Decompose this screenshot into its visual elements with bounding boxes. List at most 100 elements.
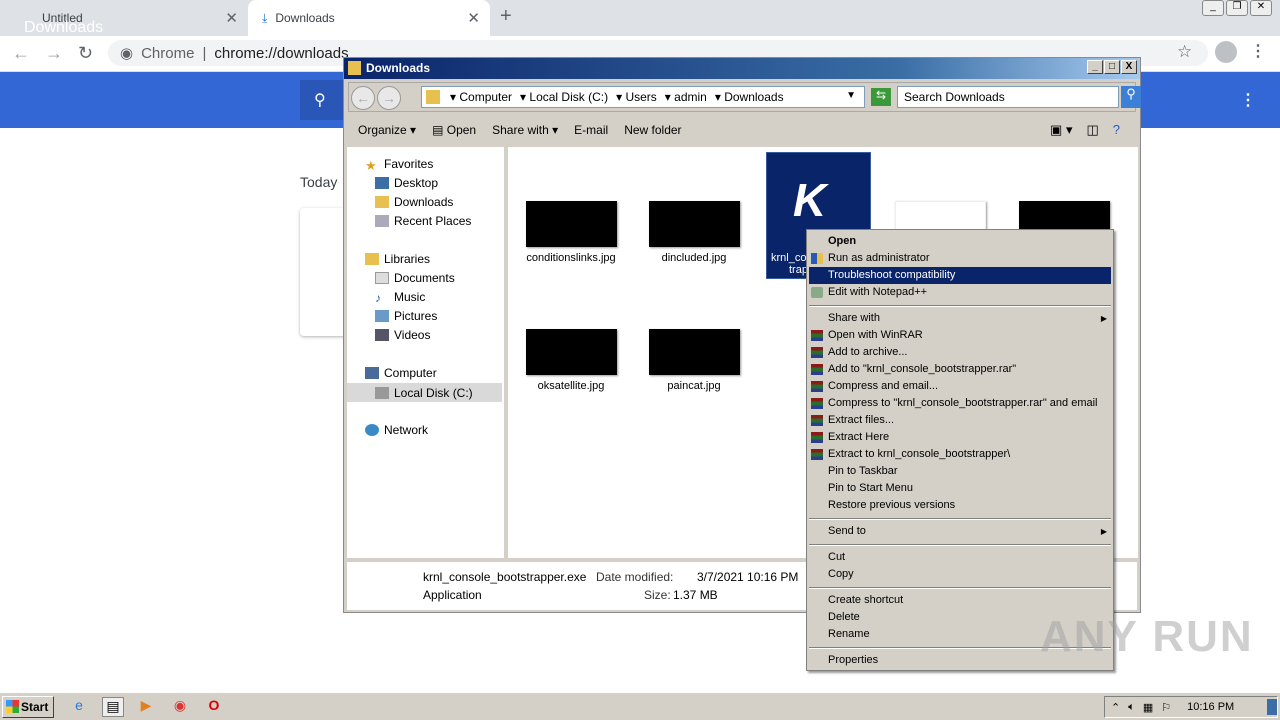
nav-recent-places[interactable]: Recent Places: [375, 214, 471, 228]
crumb-downloads[interactable]: ▾ Downloads: [715, 90, 784, 104]
menu-pin-taskbar[interactable]: Pin to Taskbar: [807, 463, 1113, 480]
shield-icon: [811, 253, 823, 264]
nav-local-disk[interactable]: Local Disk (C:): [347, 383, 502, 402]
reload-button[interactable]: ↻: [78, 43, 93, 64]
restore-button[interactable]: ❐: [1226, 0, 1248, 16]
search-icon[interactable]: ⚲: [1121, 86, 1141, 108]
explorer-taskbar-icon[interactable]: ▤: [102, 697, 124, 717]
volume-icon[interactable]: 🔈︎: [1128, 701, 1135, 714]
documents-icon: [375, 272, 389, 284]
music-icon: ♪: [375, 291, 381, 305]
winrar-icon: [811, 415, 823, 426]
nav-pictures[interactable]: Pictures: [375, 309, 437, 323]
back-button[interactable]: ←: [12, 43, 30, 64]
submenu-arrow-icon: ▶: [1100, 314, 1107, 323]
search-input[interactable]: Search Downloads: [897, 86, 1119, 108]
crumb-admin[interactable]: ▾ admin: [665, 90, 707, 104]
crumb-local-disk[interactable]: ▾ Local Disk (C:): [520, 90, 608, 104]
menu-edit-notepadpp[interactable]: Edit with Notepad++: [807, 284, 1113, 301]
breadcrumb[interactable]: ▾ Computer ▾ Local Disk (C:) ▾ Users ▾ a…: [421, 86, 865, 108]
context-menu: Open Run as administrator Troubleshoot c…: [806, 229, 1114, 671]
menu-compress-to-rar-email[interactable]: Compress to "krnl_console_bootstrapper.r…: [807, 395, 1113, 412]
email-button[interactable]: E-mail: [574, 123, 608, 137]
minimize-button[interactable]: _: [1087, 60, 1103, 74]
system-tray: ⌃ 🔈︎ ▦ ⚐ 10:16 PM: [1104, 696, 1278, 718]
menu-create-shortcut[interactable]: Create shortcut: [807, 592, 1113, 609]
bookmark-star-icon[interactable]: ☆: [1177, 42, 1192, 62]
nav-libraries[interactable]: Libraries: [365, 252, 430, 266]
chrome-taskbar-icon[interactable]: ◉: [169, 697, 191, 717]
details-modified-label: Date modified:: [596, 570, 674, 584]
show-desktop-button[interactable]: [1267, 699, 1277, 715]
share-with-button[interactable]: Share with ▾: [492, 123, 558, 137]
opera-icon[interactable]: O: [203, 697, 225, 717]
krnl-logo-icon: K: [793, 174, 827, 226]
menu-icon[interactable]: ⋮: [1250, 41, 1266, 61]
new-folder-button[interactable]: New folder: [624, 123, 681, 137]
menu-add-to-rar[interactable]: Add to "krnl_console_bootstrapper.rar": [807, 361, 1113, 378]
menu-open[interactable]: Open: [807, 233, 1113, 250]
open-button[interactable]: ▤ Open: [432, 123, 476, 137]
organize-button[interactable]: Organize ▾: [358, 123, 416, 137]
nav-music[interactable]: ♪ Music: [375, 290, 425, 305]
menu-copy[interactable]: Copy: [807, 566, 1113, 583]
menu-share-with[interactable]: Share with ▶: [807, 310, 1113, 327]
title-bar[interactable]: Downloads _ □ X: [344, 58, 1140, 79]
menu-run-as-admin[interactable]: Run as administrator: [807, 250, 1113, 267]
tab-downloads[interactable]: ⤓ Downloads ✕: [248, 0, 490, 36]
network-tray-icon[interactable]: ▦: [1143, 701, 1153, 714]
close-button[interactable]: ✕: [1250, 0, 1272, 16]
menu-extract-to-folder[interactable]: Extract to krnl_console_bootstrapper\: [807, 446, 1113, 463]
preview-pane-icon[interactable]: ◫: [1086, 122, 1098, 138]
forward-button[interactable]: →: [45, 43, 63, 64]
minimize-button[interactable]: _: [1202, 0, 1224, 16]
file-thumbnail: [526, 329, 617, 375]
close-button[interactable]: X: [1121, 60, 1137, 74]
nav-documents[interactable]: Documents: [375, 271, 455, 285]
menu-cut[interactable]: Cut: [807, 549, 1113, 566]
close-tab-icon[interactable]: ✕: [225, 9, 238, 27]
disk-icon: [375, 386, 389, 399]
change-view-icon[interactable]: ▣ ▾: [1050, 122, 1072, 138]
menu-send-to[interactable]: Send to ▶: [807, 523, 1113, 540]
clock[interactable]: 10:16 PM: [1187, 701, 1234, 713]
nav-favorites[interactable]: ★ Favorites: [365, 157, 433, 173]
nav-desktop[interactable]: Desktop: [375, 176, 438, 190]
new-tab-button[interactable]: +: [500, 5, 512, 28]
crumb-computer[interactable]: ▾ Computer: [450, 90, 512, 104]
refresh-icon[interactable]: ⇆: [871, 88, 891, 106]
tray-expand-icon[interactable]: ⌃: [1111, 701, 1120, 714]
close-tab-icon[interactable]: ✕: [467, 9, 480, 27]
menu-compress-email[interactable]: Compress and email...: [807, 378, 1113, 395]
menu-separator: [807, 514, 1113, 523]
details-size: 1.37 MB: [673, 588, 718, 602]
file-name: krnl_co: [771, 252, 807, 264]
search-icon[interactable]: ⚲: [300, 80, 344, 120]
details-file-name: krnl_console_bootstrapper.exe: [423, 570, 587, 584]
nav-computer[interactable]: Computer: [365, 366, 437, 380]
menu-extract-files[interactable]: Extract files...: [807, 412, 1113, 429]
page-title: Downloads: [24, 19, 104, 36]
nav-videos[interactable]: Videos: [375, 328, 430, 342]
menu-restore-previous[interactable]: Restore previous versions: [807, 497, 1113, 514]
profile-avatar[interactable]: [1215, 41, 1237, 63]
help-icon[interactable]: ?: [1113, 122, 1120, 138]
forward-button[interactable]: →: [377, 86, 401, 110]
back-button[interactable]: ←: [351, 86, 375, 110]
menu-extract-here[interactable]: Extract Here: [807, 429, 1113, 446]
menu-troubleshoot-compatibility[interactable]: Troubleshoot compatibility: [809, 267, 1111, 284]
menu-open-with-winrar[interactable]: Open with WinRAR: [807, 327, 1113, 344]
action-center-flag-icon[interactable]: ⚐: [1161, 701, 1171, 714]
maximize-button[interactable]: □: [1104, 60, 1120, 74]
winrar-icon: [811, 364, 823, 375]
start-button[interactable]: Start: [2, 696, 54, 718]
crumb-users[interactable]: ▾ Users: [616, 90, 657, 104]
nav-network[interactable]: Network: [365, 423, 428, 437]
history-dropdown-icon[interactable]: ▼: [846, 90, 856, 101]
media-player-icon[interactable]: ▶: [135, 697, 157, 717]
menu-pin-start[interactable]: Pin to Start Menu: [807, 480, 1113, 497]
nav-downloads[interactable]: Downloads: [375, 195, 453, 209]
ie-icon[interactable]: e: [68, 697, 90, 717]
menu-add-to-archive[interactable]: Add to archive...: [807, 344, 1113, 361]
more-actions-icon[interactable]: ⋮: [1240, 90, 1256, 110]
